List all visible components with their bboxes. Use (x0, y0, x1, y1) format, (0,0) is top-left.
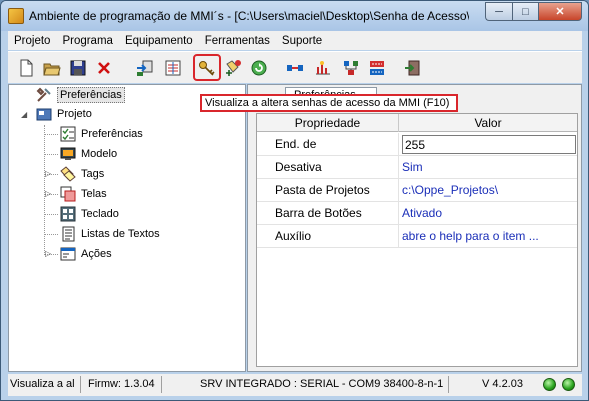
table-row[interactable]: End. de 255 (257, 133, 577, 156)
main-window: Ambiente de programação de MMI´s - [C:\U… (0, 0, 589, 401)
actions-icon (59, 246, 77, 262)
title-bar[interactable]: Ambiente de programação de MMI´s - [C:\U… (1, 1, 588, 31)
refresh-icon[interactable] (249, 58, 269, 78)
network-config-icon[interactable] (367, 58, 387, 78)
expand-icon[interactable]: ▷ (45, 249, 51, 258)
tree-item-telas[interactable]: Telas (59, 185, 107, 203)
status-bar: Visualiza a al Firmw: 1.3.04 SRV INTEGRA… (8, 374, 582, 396)
compile-icon[interactable] (163, 58, 183, 78)
tree-item-modelo[interactable]: Modelo (59, 145, 117, 163)
transfer-icon[interactable] (135, 58, 155, 78)
menu-equipamento[interactable]: Equipamento (119, 35, 199, 47)
expand-icon[interactable]: ▷ (45, 169, 51, 178)
properties-grid: Propriedade Valor End. de 255 Desativa S… (256, 113, 578, 367)
collapse-icon[interactable]: ◢ (21, 110, 27, 119)
tree-item-teclado[interactable]: Teclado (59, 205, 119, 223)
open-folder-icon[interactable] (42, 58, 62, 78)
maximize-button[interactable]: □ (512, 2, 538, 21)
tree-item-acoes[interactable]: Ações (59, 245, 112, 263)
menu-programa[interactable]: Programa (56, 35, 119, 47)
grid-header: Propriedade Valor (257, 114, 577, 132)
network-icon[interactable] (341, 58, 361, 78)
toolbar (8, 51, 582, 83)
tree-item-preferencias[interactable]: Preferências (59, 125, 143, 143)
properties-panel: Preferências Propriedade Valor End. de 2… (247, 84, 582, 372)
property-name: Pasta de Projetos (257, 179, 399, 201)
highlight-box (193, 54, 221, 81)
tree-label: Tags (81, 168, 105, 180)
status-led-icon (543, 378, 556, 391)
property-name: Barra de Botões (257, 202, 399, 224)
screens-icon (59, 186, 77, 202)
tree-label: Ações (81, 248, 112, 260)
status-version: V 4.2.03 (482, 378, 523, 390)
add-tag-icon[interactable] (223, 58, 243, 78)
project-icon (35, 106, 53, 122)
tree-label: Modelo (81, 148, 118, 160)
tags-icon (59, 166, 77, 182)
minimize-button[interactable]: ─ (485, 2, 512, 21)
menu-projeto[interactable]: Projeto (8, 35, 56, 47)
column-header-property: Propriedade (257, 114, 399, 132)
delete-icon[interactable] (94, 58, 114, 78)
status-led-icon (562, 378, 575, 391)
keyboard-icon (59, 206, 77, 222)
save-icon[interactable] (68, 58, 88, 78)
tooltip: Visualiza a altera senhas de acesso da M… (200, 94, 458, 112)
menu-ferramentas[interactable]: Ferramentas (199, 35, 276, 47)
tree-preferences-root[interactable]: Preferências (35, 86, 125, 104)
connect-icon[interactable] (285, 58, 305, 78)
window-title: Ambiente de programação de MMI´s - [C:\U… (29, 9, 469, 23)
status-firmware: Firmw: 1.3.04 (88, 378, 155, 390)
tree-label: Telas (81, 188, 107, 200)
status-hint: Visualiza a al (10, 378, 75, 390)
property-value-input[interactable]: 255 (399, 133, 577, 155)
property-name: Auxílio (257, 225, 399, 247)
tree-label: Teclado (81, 208, 119, 220)
table-row[interactable]: Desativa Sim (257, 156, 577, 179)
property-name: End. de (257, 133, 399, 155)
menu-suporte[interactable]: Suporte (276, 35, 328, 47)
column-header-value: Valor (474, 116, 502, 130)
tree-label: Preferências (57, 87, 125, 103)
table-row[interactable]: Pasta de Projetos c:\Oppe_Projetos\ (257, 179, 577, 202)
status-connection: SRV INTEGRADO : SERIAL - COM9 38400-8-n-… (200, 378, 444, 390)
tree-label: Listas de Textos (81, 228, 160, 240)
close-button[interactable]: ✕ (538, 2, 582, 21)
text-list-icon (59, 226, 77, 242)
new-file-icon[interactable] (16, 58, 36, 78)
tree-label: Preferências (81, 128, 143, 140)
checklist-icon (59, 126, 77, 142)
property-name: Desativa (257, 156, 399, 178)
tree-label: Projeto (57, 108, 92, 120)
communication-icon[interactable] (313, 58, 333, 78)
table-row[interactable]: Barra de Botões Ativado (257, 202, 577, 225)
app-icon (8, 8, 24, 24)
property-value[interactable]: c:\Oppe_Projetos\ (399, 179, 577, 201)
tree-project[interactable]: Projeto (35, 105, 92, 123)
project-tree: Preferências ◢ Projeto Preferências Mode… (8, 84, 246, 372)
property-value[interactable]: Sim (399, 156, 577, 178)
menu-bar: Projeto Programa Equipamento Ferramentas… (8, 31, 582, 50)
property-value[interactable]: Ativado (399, 202, 577, 224)
tree-item-tags[interactable]: Tags (59, 165, 104, 183)
monitor-icon (59, 146, 77, 162)
tools-icon (35, 87, 53, 103)
exit-icon[interactable] (403, 58, 423, 78)
property-value[interactable]: abre o help para o item ... (399, 225, 577, 247)
table-row[interactable]: Auxílio abre o help para o item ... (257, 225, 577, 248)
expand-icon[interactable]: ▷ (45, 189, 51, 198)
tree-item-listas[interactable]: Listas de Textos (59, 225, 160, 243)
